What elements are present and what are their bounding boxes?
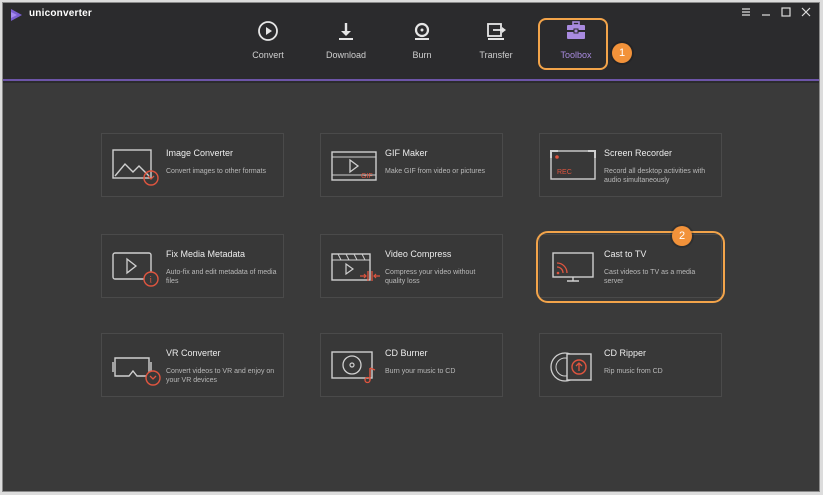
burn-icon — [414, 22, 430, 40]
fix-metadata-icon: i — [112, 252, 159, 287]
tool-cd-ripper[interactable]: CD Ripper Rip music from CD — [539, 333, 722, 397]
convert-icon — [258, 21, 278, 41]
tool-description: Auto-fix and edit metadata of media file… — [166, 269, 277, 285]
tool-cd-burner[interactable]: CD Burner Burn your music to CD — [320, 333, 503, 397]
title-bar: uniconverter Convert Download Burn Trans… — [3, 3, 819, 83]
tool-title: GIF Maker — [385, 148, 428, 158]
tool-title: Screen Recorder — [604, 148, 673, 158]
gif-icon-text: GIF — [361, 173, 373, 180]
tool-description: Convert videos to VR and enjoy on your V… — [166, 368, 275, 384]
screen-recorder-icon: REC — [550, 150, 596, 180]
tool-title: Fix Media Metadata — [166, 249, 246, 259]
step-badge-1: 1 — [612, 43, 632, 63]
cd-ripper-icon — [550, 352, 592, 382]
maximize-icon[interactable] — [779, 5, 793, 19]
tab-label: Transfer — [479, 50, 513, 60]
app-logo-icon — [11, 9, 22, 21]
tab-download[interactable]: Download — [319, 20, 373, 70]
transfer-icon — [487, 23, 506, 40]
tool-description: Rip music from CD — [604, 368, 663, 375]
window-controls — [739, 5, 813, 19]
download-icon — [339, 23, 353, 40]
tool-description: Compress your video without quality loss — [385, 269, 476, 285]
vr-converter-icon — [112, 357, 161, 386]
video-compress-icon — [331, 253, 380, 281]
app-window: uniconverter Convert Download Burn Trans… — [2, 2, 820, 492]
close-icon[interactable] — [799, 5, 813, 19]
tool-description: Make GIF from video or pictures — [385, 168, 485, 175]
tab-label: Convert — [252, 50, 284, 60]
tool-description: Record all desktop activities with audio… — [604, 168, 706, 184]
nav-underline — [3, 79, 819, 81]
tab-burn[interactable]: Burn — [401, 20, 443, 70]
tool-title: CD Burner — [385, 348, 428, 358]
tab-convert[interactable]: Convert — [243, 20, 293, 70]
tool-screen-recorder[interactable]: REC Screen Recorder Record all desktop a… — [539, 133, 722, 197]
image-converter-icon — [112, 149, 159, 186]
tool-fix-media-metadata[interactable]: i Fix Media Metadata Auto-fix and edit m… — [101, 234, 284, 298]
cast-tv-highlight — [536, 231, 725, 303]
tab-label: Burn — [412, 50, 432, 60]
toolbox-highlight — [538, 18, 608, 70]
gif-maker-icon: GIF — [331, 151, 377, 181]
tool-gif-maker[interactable]: GIF GIF Maker Make GIF from video or pic… — [320, 133, 503, 197]
tool-title: Video Compress — [385, 249, 452, 259]
cd-burner-icon — [331, 351, 376, 384]
tool-video-compress[interactable]: Video Compress Compress your video witho… — [320, 234, 503, 298]
rec-icon-text: REC — [557, 169, 572, 176]
tool-description: Convert images to other formats — [166, 168, 266, 175]
tool-title: CD Ripper — [604, 348, 647, 358]
tab-transfer[interactable]: Transfer — [469, 20, 523, 70]
tool-description: Burn your music to CD — [385, 368, 456, 375]
app-name: uniconverter — [29, 8, 92, 19]
step-badge-2: 2 — [672, 226, 692, 246]
tool-vr-converter[interactable]: VR Converter Convert videos to VR and en… — [101, 333, 284, 397]
menu-icon[interactable] — [739, 5, 753, 19]
tab-label: Download — [325, 50, 367, 60]
tool-title: VR Converter — [166, 348, 221, 358]
tool-title: Image Converter — [166, 148, 234, 158]
tool-image-converter[interactable]: Image Converter Convert images to other … — [101, 133, 284, 197]
minimize-icon[interactable] — [759, 5, 773, 19]
